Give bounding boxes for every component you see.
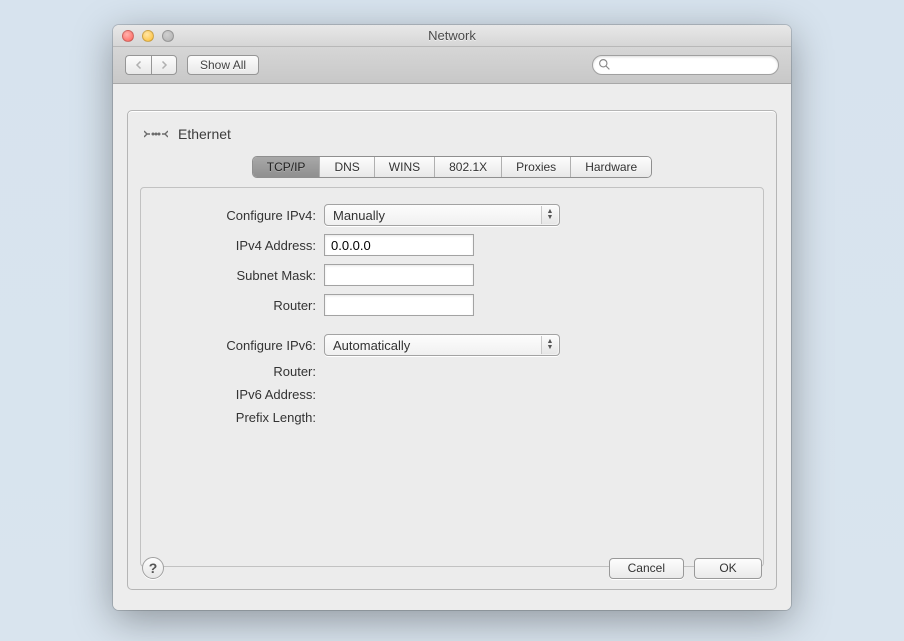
search-wrap [592,55,779,75]
tab-8021x[interactable]: 802.1X [435,157,502,177]
ok-button[interactable]: OK [694,558,762,579]
preferences-window: Network Show All [113,25,791,610]
zoom-window-button[interactable] [162,30,174,42]
sheet-footer: ? Cancel OK [142,557,762,579]
back-button[interactable] [125,55,151,75]
configure-ipv4-label: Configure IPv4: [159,208,324,223]
tab-row: TCP/IP DNS WINS 802.1X Proxies Hardware [128,149,776,177]
ethernet-icon [144,123,168,145]
ipv4-router-input[interactable] [324,294,474,316]
back-icon [135,61,143,69]
search-input[interactable] [592,55,779,75]
tab-tcpip[interactable]: TCP/IP [253,157,321,177]
tcpip-panel: Configure IPv4: Manually ▲▼ IPv4 Address… [140,187,764,567]
window-controls [113,30,174,42]
close-window-button[interactable] [122,30,134,42]
tab-hardware[interactable]: Hardware [571,157,651,177]
ipv4-router-label: Router: [159,298,324,313]
content-area: Ethernet TCP/IP DNS WINS 802.1X Proxies … [113,84,791,610]
show-all-button[interactable]: Show All [187,55,259,75]
configure-ipv6-value: Automatically [333,338,410,353]
updown-icon: ▲▼ [541,206,558,224]
ipv6-address-label: IPv6 Address: [159,387,324,402]
forward-button[interactable] [151,55,177,75]
configure-ipv4-select[interactable]: Manually ▲▼ [324,204,560,226]
prefix-length-label: Prefix Length: [159,410,324,425]
updown-icon: ▲▼ [541,336,558,354]
toolbar: Show All [113,47,791,84]
window-title: Network [113,28,791,43]
minimize-window-button[interactable] [142,30,154,42]
forward-icon [160,61,168,69]
help-button[interactable]: ? [142,557,164,579]
panel-title: Ethernet [178,126,231,142]
configure-ipv6-select[interactable]: Automatically ▲▼ [324,334,560,356]
tab-dns[interactable]: DNS [320,157,374,177]
cancel-button[interactable]: Cancel [609,558,684,579]
tab-segmented-control: TCP/IP DNS WINS 802.1X Proxies Hardware [253,157,651,177]
configure-ipv6-label: Configure IPv6: [159,338,324,353]
advanced-sheet: Ethernet TCP/IP DNS WINS 802.1X Proxies … [127,110,777,590]
nav-buttons [125,55,177,75]
tab-proxies[interactable]: Proxies [502,157,571,177]
subnet-mask-label: Subnet Mask: [159,268,324,283]
sheet-header: Ethernet [128,111,776,149]
ipv4-address-input[interactable] [324,234,474,256]
subnet-mask-input[interactable] [324,264,474,286]
configure-ipv4-value: Manually [333,208,385,223]
search-icon [598,58,611,71]
ipv4-address-label: IPv4 Address: [159,238,324,253]
titlebar: Network [113,25,791,47]
tab-wins[interactable]: WINS [375,157,435,177]
ipv6-router-label: Router: [159,364,324,379]
